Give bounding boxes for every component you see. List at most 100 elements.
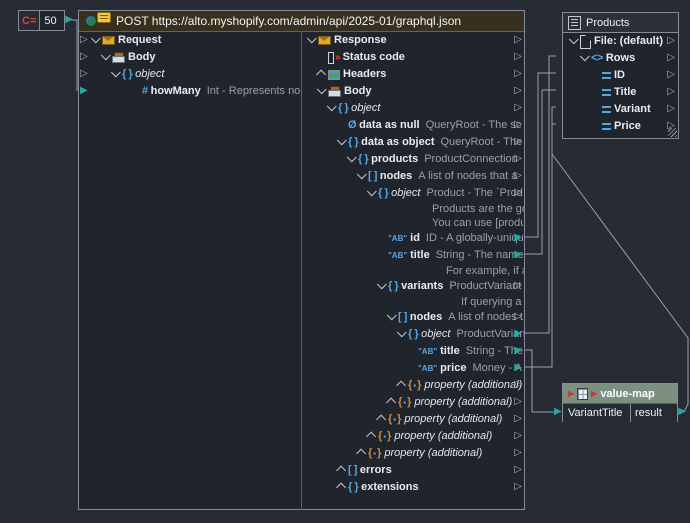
tree-node-id[interactable]: ▶▷ID <box>563 67 678 84</box>
tree-node-data-as-null[interactable]: ▷Ødata as nullQueryRoot - The sc <box>302 117 524 134</box>
collapse-chevron[interactable] <box>327 105 338 112</box>
collapse-chevron[interactable] <box>337 139 348 146</box>
output-connector[interactable]: ▷ <box>514 312 522 322</box>
tree-node-request[interactable]: ▷Request <box>79 32 301 49</box>
tree-node-object[interactable]: ▷{ }objectProduct - The `Prod <box>302 185 524 202</box>
tree-node-response[interactable]: ▷Response <box>302 32 524 49</box>
expand-chevron[interactable] <box>387 399 398 406</box>
output-connector[interactable]: ▶ <box>514 346 522 356</box>
output-connector[interactable]: ▷ <box>514 86 522 96</box>
products-component[interactable]: Products ▷File: (default)▶▷<>Rows▶▷ID▶▷T… <box>562 12 679 139</box>
resize-handle[interactable] <box>668 128 677 137</box>
constant-component[interactable]: C= 50 ▶ <box>18 10 65 31</box>
output-connector[interactable]: ▷ <box>514 397 522 407</box>
output-connector[interactable]: ▷ <box>667 87 675 97</box>
value-map-row[interactable]: VariantTitle result <box>563 404 677 422</box>
expand-chevron[interactable] <box>377 416 388 423</box>
tree-node-nodes[interactable]: ▷[ ]nodesA list of nodes t <box>302 309 524 326</box>
expand-chevron[interactable] <box>397 382 408 389</box>
collapse-chevron[interactable] <box>367 190 378 197</box>
tree-node-headers[interactable]: ▷Headers <box>302 66 524 83</box>
tree-node-property-additional[interactable]: ▷{▪}property (additional) <box>302 445 524 462</box>
tree-node-rows[interactable]: ▶▷<>Rows <box>563 50 678 67</box>
expand-chevron[interactable] <box>337 484 348 491</box>
output-connector[interactable]: ▷ <box>667 70 675 80</box>
tree-node-property-additional[interactable]: ▷{▪}property (additional) <box>302 411 524 428</box>
collapse-chevron[interactable] <box>347 156 358 163</box>
collapse-chevron[interactable] <box>397 331 408 338</box>
input-connector[interactable]: ▷ <box>80 35 88 45</box>
tree-node-object[interactable]: ▷{ }object <box>302 100 524 117</box>
output-connector[interactable]: ▷ <box>514 448 522 458</box>
collapse-chevron[interactable] <box>580 55 591 62</box>
output-connector[interactable]: ▷ <box>514 171 522 181</box>
input-connector[interactable]: ▷ <box>80 69 88 79</box>
output-connector[interactable]: ▶ <box>514 363 522 373</box>
input-connector[interactable]: ▷ <box>80 52 88 62</box>
output-connector[interactable]: ▷ <box>514 482 522 492</box>
output-connector[interactable]: ▷ <box>514 137 522 147</box>
collapse-chevron[interactable] <box>377 283 388 290</box>
output-connector[interactable]: ▷ <box>514 120 522 130</box>
input-connector[interactable]: ▶ <box>80 86 88 96</box>
output-connector[interactable]: ▷ <box>667 53 675 63</box>
output-connector[interactable]: ▷ <box>514 35 522 45</box>
output-connector[interactable]: ▶ <box>514 250 522 260</box>
collapse-chevron[interactable] <box>101 54 112 61</box>
input-connector[interactable]: ▶ <box>554 407 562 417</box>
tree-node-errors[interactable]: ▷[ ]errors <box>302 462 524 479</box>
output-connector[interactable]: ▷ <box>514 431 522 441</box>
tree-node-title[interactable]: ▶"AB"titleString - The name f <box>302 247 524 264</box>
tree-node-variants[interactable]: ▷{ }variantsProductVariant <box>302 278 524 295</box>
output-connector[interactable]: ▶ <box>678 407 686 417</box>
tree-node-object[interactable]: ▶{ }objectProductVarian <box>302 326 524 343</box>
expand-chevron[interactable] <box>357 450 368 457</box>
output-connector[interactable]: ▷ <box>514 69 522 79</box>
tree-node-variant[interactable]: ▶▷Variant <box>563 101 678 118</box>
output-connector[interactable]: ▷ <box>667 36 675 46</box>
tree-node-status-code[interactable]: ▷»Status code <box>302 49 524 66</box>
value-map-header[interactable]: ▶ ▶ value-map <box>563 384 677 404</box>
webservice-header[interactable]: POST https://alto.myshopify.com/admin/ap… <box>79 11 524 32</box>
tree-node-title[interactable]: ▶▷Title <box>563 84 678 101</box>
collapse-chevron[interactable] <box>569 38 580 45</box>
tree-node-id[interactable]: ▶"AB"idID - A globally-unique <box>302 230 524 247</box>
tree-node-price[interactable]: ▶"AB"priceMoney - A mo <box>302 360 524 377</box>
collapse-chevron[interactable] <box>357 173 368 180</box>
expand-chevron[interactable] <box>337 467 348 474</box>
output-connector[interactable]: ▶ <box>65 15 73 25</box>
tree-node-property-additional[interactable]: ▷{▪}property (additional) <box>302 377 524 394</box>
collapse-chevron[interactable] <box>91 37 102 44</box>
output-connector[interactable]: ▷ <box>514 154 522 164</box>
tree-node-body[interactable]: ▷Body <box>79 49 301 66</box>
collapse-chevron[interactable] <box>111 71 122 78</box>
tree-node-body[interactable]: ▷Body <box>302 83 524 100</box>
output-connector[interactable]: ▷ <box>514 188 522 198</box>
output-connector[interactable]: ▷ <box>667 104 675 114</box>
output-connector[interactable]: ▷ <box>514 414 522 424</box>
tree-node-object[interactable]: ▷{ }object <box>79 66 301 83</box>
webservice-component[interactable]: POST https://alto.myshopify.com/admin/ap… <box>78 10 525 510</box>
output-connector[interactable]: ▷ <box>514 465 522 475</box>
tree-node-howmany[interactable]: ▶#howManyInt - Represents nor <box>79 83 301 100</box>
output-connector[interactable]: ▷ <box>514 380 522 390</box>
tree-node-property-additional[interactable]: ▷{▪}property (additional) <box>302 394 524 411</box>
tree-node-title[interactable]: ▶"AB"titleString - The tit <box>302 343 524 360</box>
tree-node-extensions[interactable]: ▷{ }extensions <box>302 479 524 496</box>
tree-node-data-as-object[interactable]: ▷{ }data as objectQueryRoot - The <box>302 134 524 151</box>
output-connector[interactable]: ▷ <box>514 52 522 62</box>
tree-node-file-default[interactable]: ▷File: (default) <box>563 33 678 50</box>
output-connector[interactable]: ▶ <box>514 233 522 243</box>
collapse-chevron[interactable] <box>387 314 398 321</box>
output-connector[interactable]: ▷ <box>514 103 522 113</box>
output-connector[interactable]: ▷ <box>514 281 522 291</box>
collapse-chevron[interactable] <box>317 88 328 95</box>
collapse-chevron[interactable] <box>307 37 318 44</box>
tree-node-products[interactable]: ▷{ }productsProductConnection <box>302 151 524 168</box>
output-connector[interactable]: ▶ <box>514 329 522 339</box>
products-header[interactable]: Products <box>563 13 678 33</box>
expand-chevron[interactable] <box>367 433 378 440</box>
tree-node-price[interactable]: ▶▷Price <box>563 118 678 135</box>
tree-node-nodes[interactable]: ▷[ ]nodesA list of nodes that a <box>302 168 524 185</box>
value-map-component[interactable]: ▶ ▶ value-map VariantTitle result ▶ ▶ <box>562 383 678 422</box>
